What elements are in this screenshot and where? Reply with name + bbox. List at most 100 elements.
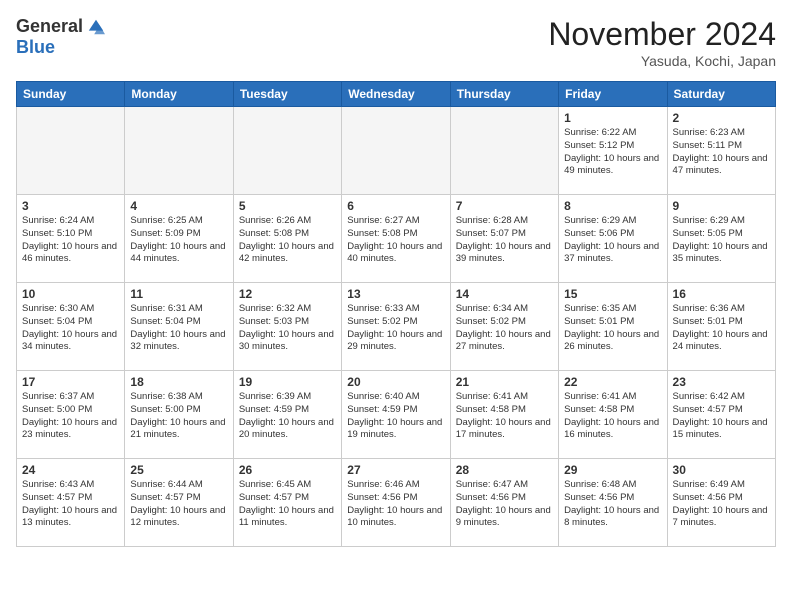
cell-info: Sunrise: 6:40 AM Sunset: 4:59 PM Dayligh… [347, 391, 444, 442]
logo-general-text: General [16, 16, 83, 37]
day-number: 7 [456, 199, 553, 213]
calendar-cell: 19 Sunrise: 6:39 AM Sunset: 4:59 PM Dayli… [233, 371, 341, 459]
day-number: 25 [130, 463, 227, 477]
calendar-cell: 21 Sunrise: 6:41 AM Sunset: 4:58 PM Dayli… [450, 371, 558, 459]
day-number: 19 [239, 375, 336, 389]
page-header: General Blue November 2024 Yasuda, Kochi… [16, 16, 776, 69]
day-number: 17 [22, 375, 119, 389]
calendar-cell: 25 Sunrise: 6:44 AM Sunset: 4:57 PM Dayli… [125, 459, 233, 547]
day-number: 12 [239, 287, 336, 301]
cell-info: Sunrise: 6:41 AM Sunset: 4:58 PM Dayligh… [456, 391, 553, 442]
cell-info: Sunrise: 6:24 AM Sunset: 5:10 PM Dayligh… [22, 215, 119, 266]
day-number: 20 [347, 375, 444, 389]
cell-info: Sunrise: 6:31 AM Sunset: 5:04 PM Dayligh… [130, 303, 227, 354]
day-number: 21 [456, 375, 553, 389]
weekday-header-row: SundayMondayTuesdayWednesdayThursdayFrid… [17, 82, 776, 107]
cell-info: Sunrise: 6:33 AM Sunset: 5:02 PM Dayligh… [347, 303, 444, 354]
day-number: 23 [673, 375, 770, 389]
calendar-cell: 3 Sunrise: 6:24 AM Sunset: 5:10 PM Daylig… [17, 195, 125, 283]
cell-info: Sunrise: 6:44 AM Sunset: 4:57 PM Dayligh… [130, 479, 227, 530]
calendar-cell: 29 Sunrise: 6:48 AM Sunset: 4:56 PM Dayli… [559, 459, 667, 547]
day-number: 26 [239, 463, 336, 477]
calendar-cell: 16 Sunrise: 6:36 AM Sunset: 5:01 PM Dayli… [667, 283, 775, 371]
logo-blue-text: Blue [16, 37, 55, 58]
calendar-cell: 13 Sunrise: 6:33 AM Sunset: 5:02 PM Dayli… [342, 283, 450, 371]
day-number: 28 [456, 463, 553, 477]
day-number: 16 [673, 287, 770, 301]
month-title: November 2024 [548, 16, 776, 53]
day-number: 22 [564, 375, 661, 389]
day-number: 1 [564, 111, 661, 125]
day-number: 4 [130, 199, 227, 213]
day-number: 14 [456, 287, 553, 301]
cell-info: Sunrise: 6:37 AM Sunset: 5:00 PM Dayligh… [22, 391, 119, 442]
weekday-header-monday: Monday [125, 82, 233, 107]
day-number: 27 [347, 463, 444, 477]
calendar-cell: 18 Sunrise: 6:38 AM Sunset: 5:00 PM Dayli… [125, 371, 233, 459]
cell-info: Sunrise: 6:35 AM Sunset: 5:01 PM Dayligh… [564, 303, 661, 354]
calendar-cell: 23 Sunrise: 6:42 AM Sunset: 4:57 PM Dayli… [667, 371, 775, 459]
day-number: 18 [130, 375, 227, 389]
day-number: 15 [564, 287, 661, 301]
cell-info: Sunrise: 6:38 AM Sunset: 5:00 PM Dayligh… [130, 391, 227, 442]
calendar-week-2: 3 Sunrise: 6:24 AM Sunset: 5:10 PM Daylig… [17, 195, 776, 283]
calendar-week-3: 10 Sunrise: 6:30 AM Sunset: 5:04 PM Dayli… [17, 283, 776, 371]
day-number: 8 [564, 199, 661, 213]
cell-info: Sunrise: 6:39 AM Sunset: 4:59 PM Dayligh… [239, 391, 336, 442]
calendar-cell: 12 Sunrise: 6:32 AM Sunset: 5:03 PM Dayli… [233, 283, 341, 371]
calendar-cell: 5 Sunrise: 6:26 AM Sunset: 5:08 PM Daylig… [233, 195, 341, 283]
calendar-cell: 27 Sunrise: 6:46 AM Sunset: 4:56 PM Dayli… [342, 459, 450, 547]
cell-info: Sunrise: 6:27 AM Sunset: 5:08 PM Dayligh… [347, 215, 444, 266]
logo: General Blue [16, 16, 105, 58]
weekday-header-wednesday: Wednesday [342, 82, 450, 107]
cell-info: Sunrise: 6:43 AM Sunset: 4:57 PM Dayligh… [22, 479, 119, 530]
cell-info: Sunrise: 6:32 AM Sunset: 5:03 PM Dayligh… [239, 303, 336, 354]
calendar-cell: 8 Sunrise: 6:29 AM Sunset: 5:06 PM Daylig… [559, 195, 667, 283]
calendar-cell: 10 Sunrise: 6:30 AM Sunset: 5:04 PM Dayli… [17, 283, 125, 371]
weekday-header-saturday: Saturday [667, 82, 775, 107]
calendar-cell: 28 Sunrise: 6:47 AM Sunset: 4:56 PM Dayli… [450, 459, 558, 547]
cell-info: Sunrise: 6:22 AM Sunset: 5:12 PM Dayligh… [564, 127, 661, 178]
calendar-cell [233, 107, 341, 195]
calendar-cell [342, 107, 450, 195]
cell-info: Sunrise: 6:48 AM Sunset: 4:56 PM Dayligh… [564, 479, 661, 530]
cell-info: Sunrise: 6:29 AM Sunset: 5:06 PM Dayligh… [564, 215, 661, 266]
logo-icon [87, 18, 105, 36]
cell-info: Sunrise: 6:34 AM Sunset: 5:02 PM Dayligh… [456, 303, 553, 354]
calendar-cell: 26 Sunrise: 6:45 AM Sunset: 4:57 PM Dayli… [233, 459, 341, 547]
day-number: 5 [239, 199, 336, 213]
cell-info: Sunrise: 6:45 AM Sunset: 4:57 PM Dayligh… [239, 479, 336, 530]
calendar-cell: 7Sunrise: 6:28 AM Sunset: 5:07 PM Daylig… [450, 195, 558, 283]
calendar-cell: 22 Sunrise: 6:41 AM Sunset: 4:58 PM Dayli… [559, 371, 667, 459]
calendar-table: SundayMondayTuesdayWednesdayThursdayFrid… [16, 81, 776, 547]
cell-info: Sunrise: 6:36 AM Sunset: 5:01 PM Dayligh… [673, 303, 770, 354]
day-number: 9 [673, 199, 770, 213]
cell-info: Sunrise: 6:47 AM Sunset: 4:56 PM Dayligh… [456, 479, 553, 530]
weekday-header-sunday: Sunday [17, 82, 125, 107]
weekday-header-tuesday: Tuesday [233, 82, 341, 107]
cell-info: Sunrise: 6:29 AM Sunset: 5:05 PM Dayligh… [673, 215, 770, 266]
cell-info: Sunrise: 6:25 AM Sunset: 5:09 PM Dayligh… [130, 215, 227, 266]
cell-info: Sunrise: 6:30 AM Sunset: 5:04 PM Dayligh… [22, 303, 119, 354]
title-block: November 2024 Yasuda, Kochi, Japan [548, 16, 776, 69]
day-number: 13 [347, 287, 444, 301]
day-number: 29 [564, 463, 661, 477]
calendar-cell: 17 Sunrise: 6:37 AM Sunset: 5:00 PM Dayli… [17, 371, 125, 459]
calendar-week-1: 1 Sunrise: 6:22 AM Sunset: 5:12 PM Daylig… [17, 107, 776, 195]
calendar-cell: 4 Sunrise: 6:25 AM Sunset: 5:09 PM Daylig… [125, 195, 233, 283]
calendar-cell: 20 Sunrise: 6:40 AM Sunset: 4:59 PM Dayli… [342, 371, 450, 459]
cell-info: Sunrise: 6:46 AM Sunset: 4:56 PM Dayligh… [347, 479, 444, 530]
day-number: 11 [130, 287, 227, 301]
calendar-cell [125, 107, 233, 195]
cell-info: Sunrise: 6:23 AM Sunset: 5:11 PM Dayligh… [673, 127, 770, 178]
calendar-cell: 9 Sunrise: 6:29 AM Sunset: 5:05 PM Daylig… [667, 195, 775, 283]
day-number: 3 [22, 199, 119, 213]
cell-info: Sunrise: 6:41 AM Sunset: 4:58 PM Dayligh… [564, 391, 661, 442]
calendar-cell: 11 Sunrise: 6:31 AM Sunset: 5:04 PM Dayli… [125, 283, 233, 371]
day-number: 10 [22, 287, 119, 301]
calendar-week-5: 24Sunrise: 6:43 AM Sunset: 4:57 PM Dayli… [17, 459, 776, 547]
calendar-cell [450, 107, 558, 195]
calendar-cell [17, 107, 125, 195]
cell-info: Sunrise: 6:26 AM Sunset: 5:08 PM Dayligh… [239, 215, 336, 266]
cell-info: Sunrise: 6:42 AM Sunset: 4:57 PM Dayligh… [673, 391, 770, 442]
